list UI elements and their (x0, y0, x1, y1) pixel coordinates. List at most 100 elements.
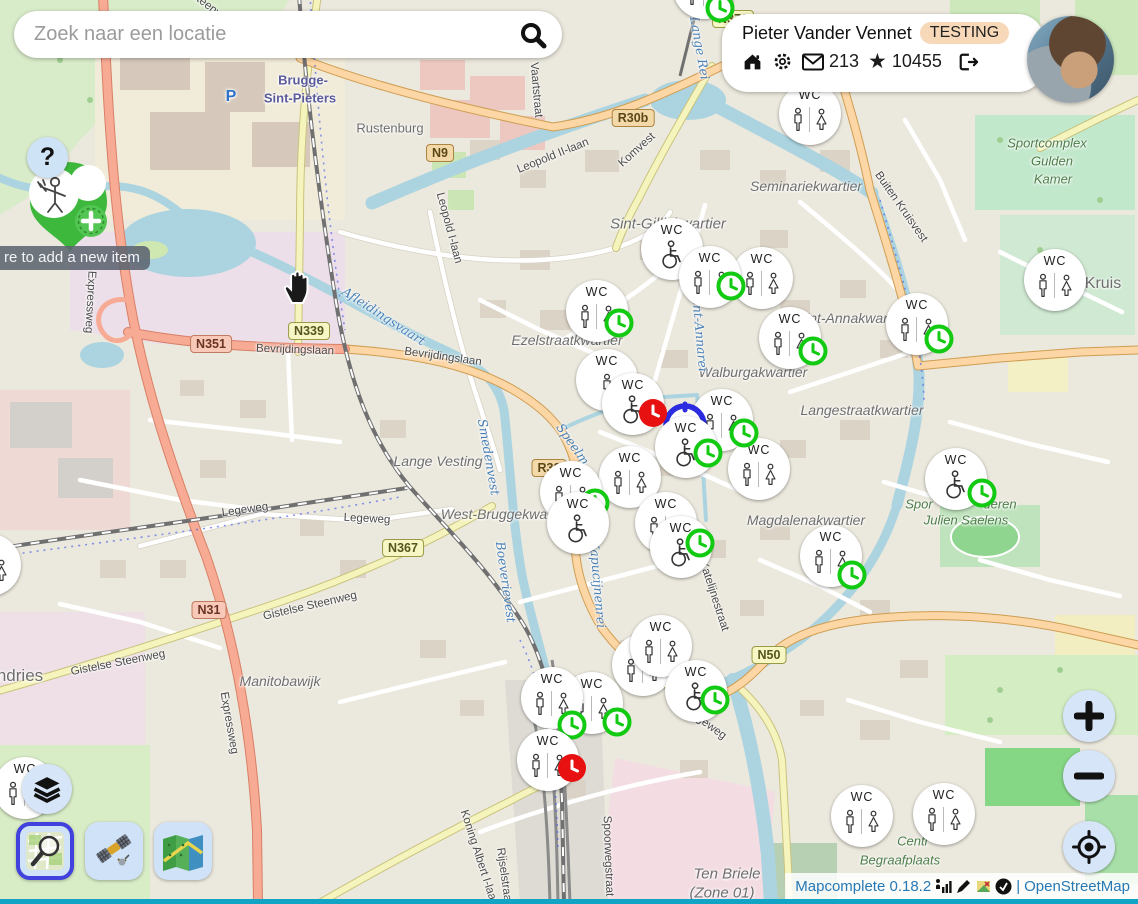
closed-clock-badge (557, 753, 587, 783)
background-foldedmap-button[interactable] (154, 822, 212, 880)
star-icon[interactable]: ★ (868, 53, 887, 71)
stars-count: 10455 (892, 51, 942, 72)
minus-icon (1074, 761, 1104, 791)
search-icon[interactable] (518, 20, 548, 50)
toilet-marker[interactable]: WC (517, 729, 579, 791)
attribution-app-version[interactable]: Mapcomplete 0.18.2 (795, 878, 931, 895)
user-name: Pieter Vander Vennet (742, 23, 912, 44)
toilet-marker[interactable]: WC (831, 785, 893, 847)
toilet-marker[interactable]: WC (566, 280, 628, 342)
closed-clock-badge (638, 398, 668, 428)
open-clock-badge (693, 438, 723, 468)
user-avatar[interactable] (1027, 16, 1114, 103)
marker-wc-label: WC (820, 530, 843, 544)
marker-wc-label: WC (661, 223, 684, 237)
map-app: Brugge-Sint-PietersRustenburgSint-Gillis… (0, 0, 1138, 904)
toilet-pictogram (790, 103, 830, 135)
satellite-icon (92, 829, 136, 873)
toilet-marker[interactable]: WC (650, 516, 712, 578)
open-clock-badge (685, 528, 715, 558)
zoom-out-button[interactable] (1063, 750, 1115, 802)
toilet-pictogram (1035, 269, 1075, 301)
open-clock-badge (602, 707, 632, 737)
toilet-pictogram (924, 803, 964, 835)
toilet-marker[interactable]: WC (779, 83, 841, 145)
toilet-marker[interactable]: WC (521, 667, 583, 729)
toilet-pictogram (641, 635, 681, 667)
search-bar (14, 11, 562, 58)
marker-wc-label: WC (675, 421, 698, 435)
background-map-button[interactable] (16, 822, 74, 880)
pencil-icon[interactable] (956, 878, 972, 894)
bottom-accent-bar (0, 899, 1138, 904)
gear-icon[interactable] (772, 51, 793, 72)
marker-wc-label: WC (619, 451, 642, 465)
toilet-marker[interactable]: WC (913, 783, 975, 845)
toilet-marker[interactable]: WC (547, 492, 609, 554)
marker-wc-label: WC (1044, 254, 1067, 268)
attribution-separator: | (1016, 878, 1020, 895)
open-clock-badge (604, 308, 634, 338)
marker-wc-label: WC (751, 252, 774, 266)
toilet-marker[interactable]: WC (925, 448, 987, 510)
plus-icon (1074, 701, 1104, 731)
marker-wc-label: WC (711, 394, 734, 408)
help-button[interactable]: ? (27, 137, 68, 178)
marker-wc-label: WC (0, 539, 1, 553)
envelope-icon[interactable] (802, 53, 824, 71)
marker-wc-label: WC (851, 790, 874, 804)
open-clock-badge (837, 560, 867, 590)
toilet-pictogram (610, 466, 650, 498)
statistics-icon[interactable] (935, 878, 952, 894)
marker-wc-label: WC (581, 677, 604, 691)
crosshair-icon (1072, 830, 1106, 864)
osm-attribution-link[interactable]: OpenStreetMap (1024, 878, 1130, 895)
marker-wc-label: WC (567, 497, 590, 511)
toilet-pictogram (739, 458, 779, 490)
toilet-marker[interactable]: WC (679, 246, 741, 308)
toilet-marker[interactable]: WC (673, 0, 735, 19)
toilet-marker[interactable]: WC (759, 307, 821, 369)
logout-icon[interactable] (957, 52, 979, 72)
marker-wc-label: WC (560, 466, 583, 480)
home-icon[interactable] (742, 51, 763, 72)
toilet-marker[interactable]: WC (800, 525, 862, 587)
toilet-pictogram (0, 554, 10, 586)
toilet-marker[interactable]: WC (1024, 249, 1086, 311)
osm-map-icon (25, 831, 65, 871)
user-panel[interactable]: Pieter Vander Vennet TESTING 213 ★ 10455 (722, 14, 1044, 92)
marker-wc-label: WC (906, 298, 929, 312)
geolocate-button[interactable] (1063, 821, 1115, 873)
zoom-in-button[interactable] (1063, 690, 1115, 742)
marker-wc-label: WC (779, 312, 802, 326)
community-icon[interactable] (995, 878, 1012, 895)
folded-map-icon (161, 831, 205, 871)
marker-wc-label: WC (541, 672, 564, 686)
attribution-bar: Mapcomplete 0.18.2 | OpenStreetMap (785, 873, 1138, 899)
marker-wc-label: WC (655, 497, 678, 511)
background-satellite-button[interactable] (85, 822, 143, 880)
marker-wc-label: WC (685, 665, 708, 679)
marker-wc-label: WC (945, 453, 968, 467)
open-clock-badge (798, 336, 828, 366)
marker-wc-label: WC (537, 734, 560, 748)
toilet-pictogram (842, 805, 882, 837)
add-new-item-pin[interactable] (10, 160, 114, 258)
open-clock-badge (716, 271, 746, 301)
open-clock-badge (700, 685, 730, 715)
marker-wc-label: WC (699, 251, 722, 265)
toilet-marker[interactable]: WC (0, 534, 21, 596)
open-clock-badge (924, 324, 954, 354)
layers-button[interactable] (22, 764, 72, 814)
messages-count: 213 (829, 51, 859, 72)
toilet-marker[interactable]: WC (886, 293, 948, 355)
help-label: ? (40, 143, 55, 172)
search-input[interactable] (32, 22, 518, 47)
testing-badge: TESTING (920, 22, 1009, 44)
theme-icon[interactable] (976, 879, 991, 894)
marker-wc-label: WC (933, 788, 956, 802)
marker-wc-label: WC (622, 378, 645, 392)
marker-wc-label: WC (650, 620, 673, 634)
layers-icon (32, 775, 62, 803)
toilet-marker[interactable]: WC (665, 660, 727, 722)
